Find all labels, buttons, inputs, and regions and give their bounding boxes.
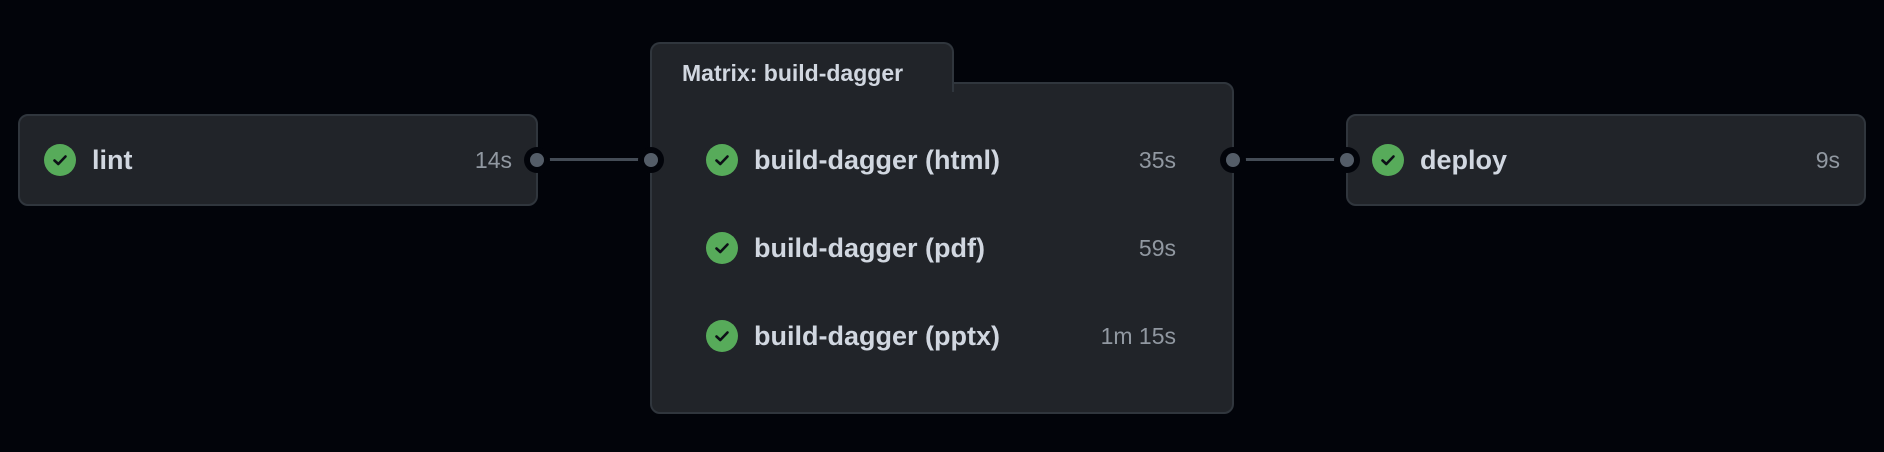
- job-duration: 59s: [1138, 234, 1176, 261]
- check-circle-icon: [706, 232, 738, 264]
- connector-matrix-to-deploy: [1234, 158, 1346, 161]
- job-name: deploy: [1420, 144, 1508, 175]
- job-name: build-dagger (html): [754, 144, 1000, 175]
- matrix-output-port: [1220, 147, 1246, 173]
- job-duration: 1m 15s: [1100, 322, 1176, 349]
- connector-lint-to-matrix: [538, 158, 650, 161]
- job-build-dagger-pptx[interactable]: build-dagger (pptx) 1m 15s: [706, 314, 1176, 358]
- job-deploy[interactable]: deploy 9s: [1346, 114, 1866, 206]
- check-circle-icon: [1372, 144, 1404, 176]
- job-duration: 35s: [1138, 146, 1176, 173]
- check-circle-icon: [44, 144, 76, 176]
- matrix-input-port: [638, 147, 664, 173]
- check-circle-icon: [706, 144, 738, 176]
- workflow-graph: lint 14s Matrix: build-dagger build-dagg…: [0, 0, 1884, 452]
- job-lint[interactable]: lint 14s: [18, 114, 538, 206]
- job-duration: 9s: [1815, 146, 1840, 173]
- job-name: build-dagger (pptx): [754, 320, 1000, 351]
- job-name: lint: [92, 144, 133, 175]
- deploy-input-port: [1334, 147, 1360, 173]
- job-build-dagger-pdf[interactable]: build-dagger (pdf) 59s: [706, 226, 1176, 270]
- job-build-dagger-html[interactable]: build-dagger (html) 35s: [706, 138, 1176, 182]
- job-name: build-dagger (pdf): [754, 232, 985, 263]
- check-circle-icon: [706, 320, 738, 352]
- lint-output-port: [524, 147, 550, 173]
- matrix-title: Matrix: build-dagger: [682, 60, 904, 86]
- job-duration: 14s: [474, 146, 512, 173]
